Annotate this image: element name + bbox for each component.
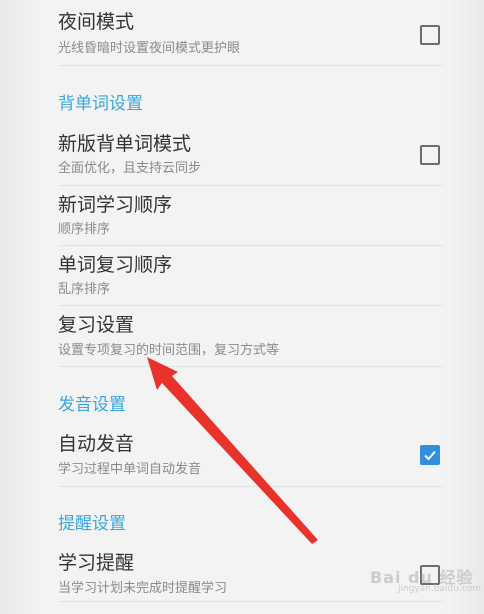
setting-title: 学习提醒 bbox=[58, 552, 135, 574]
setting-auto-pronounce[interactable]: 自动发音 学习过程中单词自动发音 bbox=[58, 432, 444, 487]
setting-title: 自动发音 bbox=[58, 433, 135, 455]
new-mode-checkbox[interactable] bbox=[420, 145, 440, 165]
setting-subtitle: 顺序排序 bbox=[58, 222, 111, 237]
setting-subtitle: 乱序排序 bbox=[58, 282, 111, 297]
section-header-sound: 发音设置 bbox=[58, 395, 126, 415]
settings-screen: 夜间模式 光线昏暗时设置夜间模式更护眼 背单词设置 新版背单词模式 全面优化，且… bbox=[0, 0, 484, 614]
setting-subtitle: 光线昏暗时设置夜间模式更护眼 bbox=[58, 41, 241, 56]
setting-title: 新版背单词模式 bbox=[58, 133, 192, 155]
setting-subtitle: 当学习计划未完成时提醒学习 bbox=[58, 581, 228, 596]
setting-study-reminder[interactable]: 学习提醒 当学习计划未完成时提醒学习 bbox=[58, 551, 444, 602]
setting-subtitle: 全面优化，且支持云同步 bbox=[58, 161, 202, 176]
setting-title: 夜间模式 bbox=[58, 11, 135, 33]
setting-new-mode[interactable]: 新版背单词模式 全面优化，且支持云同步 bbox=[58, 132, 444, 186]
night-mode-checkbox[interactable] bbox=[420, 25, 440, 45]
setting-review-settings[interactable]: 复习设置 设置专项复习的时间范围，复习方式等 bbox=[58, 313, 444, 367]
setting-review-order[interactable]: 单词复习顺序 乱序排序 bbox=[58, 253, 444, 306]
section-header-reminder: 提醒设置 bbox=[58, 514, 126, 534]
study-reminder-checkbox[interactable] bbox=[420, 565, 440, 585]
setting-subtitle: 学习过程中单词自动发音 bbox=[58, 462, 202, 477]
setting-title: 单词复习顺序 bbox=[58, 254, 173, 276]
section-header-vocab: 背单词设置 bbox=[58, 94, 143, 114]
setting-night-mode[interactable]: 夜间模式 光线昏暗时设置夜间模式更护眼 bbox=[58, 10, 444, 66]
setting-title: 新词学习顺序 bbox=[58, 194, 173, 216]
auto-pronounce-checkbox[interactable] bbox=[420, 445, 440, 465]
setting-title: 复习设置 bbox=[58, 314, 135, 336]
checkmark-icon bbox=[424, 450, 436, 461]
setting-new-word-order[interactable]: 新词学习顺序 顺序排序 bbox=[58, 193, 444, 246]
setting-subtitle: 设置专项复习的时间范围，复习方式等 bbox=[58, 343, 280, 358]
